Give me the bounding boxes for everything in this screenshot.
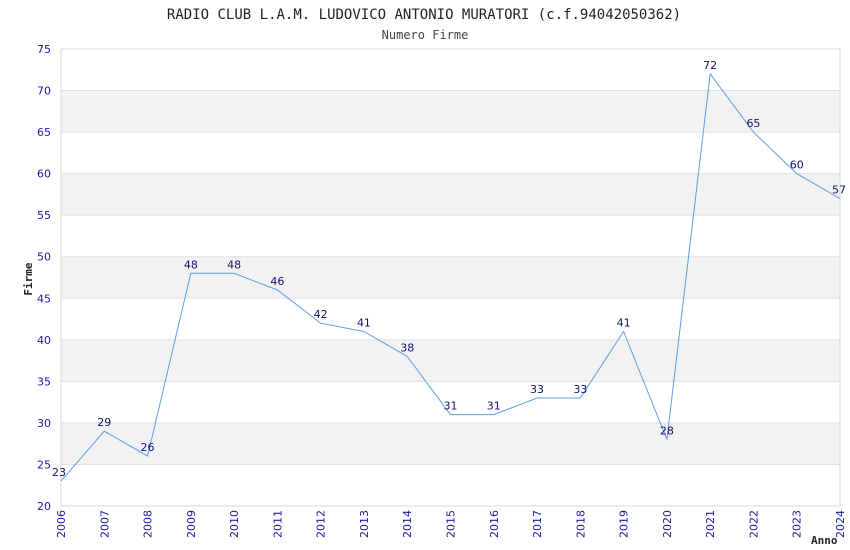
y-tick-label: 55	[37, 209, 51, 222]
y-tick-label: 20	[37, 500, 51, 513]
data-label: 26	[141, 441, 155, 454]
data-label: 41	[357, 317, 371, 330]
grid-band	[61, 422, 840, 465]
grid-band	[61, 90, 840, 133]
data-label: 72	[703, 59, 717, 72]
x-tick-label: 2006	[55, 510, 68, 538]
data-label: 33	[530, 383, 544, 396]
data-label: 46	[270, 275, 284, 288]
y-tick-label: 40	[37, 334, 51, 347]
data-label: 65	[746, 117, 760, 130]
x-tick-label: 2016	[488, 510, 501, 538]
x-tick-label: 2009	[185, 510, 198, 538]
data-label: 29	[97, 416, 111, 429]
y-tick-label: 50	[37, 251, 51, 264]
x-axis-label: Anno	[811, 534, 838, 547]
chart-subtitle: Numero Firme	[382, 28, 469, 42]
x-tick-label: 2022	[747, 510, 760, 538]
y-tick-label: 75	[37, 43, 51, 56]
y-tick-label: 65	[37, 126, 51, 139]
x-tick-label: 2011	[271, 510, 284, 538]
y-tick-label: 60	[37, 168, 51, 181]
data-label: 42	[314, 308, 328, 321]
y-axis-ticks: 20 25 30 35 40 45 50 55 60 65 70 75	[37, 43, 51, 513]
x-tick-label: 2015	[445, 510, 458, 538]
x-tick-label: 2012	[315, 510, 328, 538]
y-tick-label: 70	[37, 85, 51, 98]
x-tick-label: 2019	[618, 510, 631, 538]
x-tick-label: 2021	[704, 510, 717, 538]
data-label: 23	[52, 466, 66, 479]
y-tick-label: 30	[37, 417, 51, 430]
x-axis-ticks: 2006 2007 2008 2009 2010 2011 2012 2013 2014 2015…	[55, 510, 847, 538]
data-label: 31	[444, 400, 458, 413]
data-label: 41	[617, 317, 631, 330]
data-label: 31	[487, 400, 501, 413]
data-label: 48	[227, 258, 241, 271]
data-label: 48	[184, 258, 198, 271]
x-tick-label: 2014	[401, 510, 414, 538]
x-tick-label: 2010	[228, 510, 241, 538]
y-tick-label: 25	[37, 458, 51, 471]
data-label: 33	[573, 383, 587, 396]
grid-band	[61, 339, 840, 382]
data-label: 28	[660, 425, 674, 438]
chart-title: RADIO CLUB L.A.M. LUDOVICO ANTONIO MURAT…	[167, 7, 681, 23]
y-axis-label: Firme	[22, 262, 35, 295]
data-label: 57	[832, 184, 846, 197]
grid-band	[61, 256, 840, 299]
data-label: 60	[790, 159, 804, 172]
x-tick-label: 2018	[574, 510, 587, 538]
y-tick-label: 45	[37, 292, 51, 305]
x-tick-label: 2023	[791, 510, 804, 538]
line-chart: 202530354045505560657075 2006 2007 2008 200…	[22, 7, 847, 547]
x-tick-label: 2020	[661, 510, 674, 538]
grid-band	[61, 173, 840, 216]
x-tick-label: 2007	[98, 510, 111, 538]
x-tick-label: 2008	[142, 510, 155, 538]
x-tick-label: 2017	[531, 510, 544, 538]
y-tick-label: 35	[37, 375, 51, 388]
data-label: 38	[400, 341, 414, 354]
x-tick-label: 2013	[358, 510, 371, 538]
